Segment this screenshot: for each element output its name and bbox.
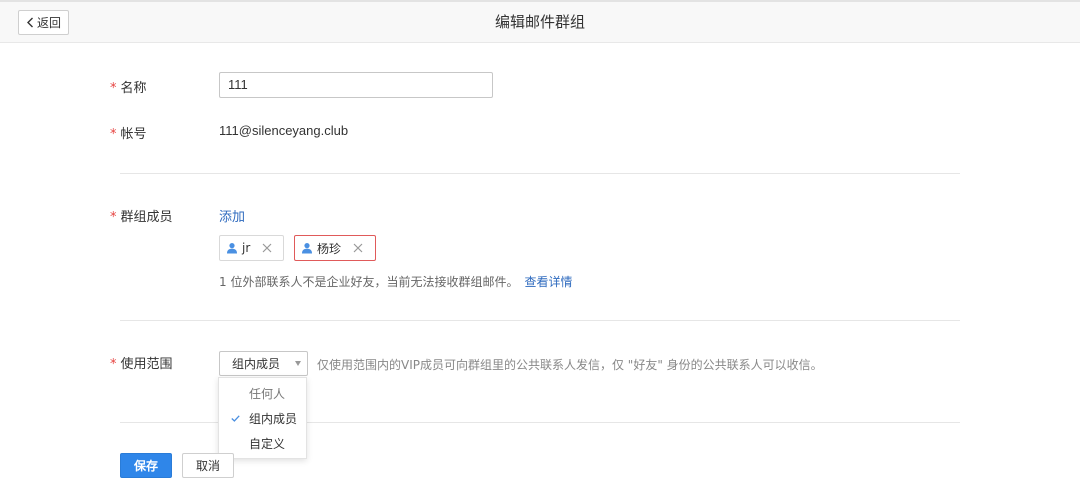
required-mark: * [110,357,117,372]
user-icon [226,242,238,254]
close-icon[interactable] [262,243,272,253]
divider [120,320,960,321]
members-label: * 群组成员 [110,210,173,225]
add-member-link[interactable]: 添加 [219,206,245,225]
member-name: jr [242,241,251,255]
user-icon [301,242,313,254]
cancel-button[interactable]: 取消 [182,453,234,478]
required-mark: * [110,127,117,142]
back-button[interactable]: 返回 [18,10,69,35]
caret-down-icon [295,361,301,366]
scope-dropdown: 任何人 组内成员 自定义 [218,377,307,459]
close-icon[interactable] [353,243,363,253]
member-tag: jr [219,235,284,261]
external-contact-notice: 1 位外部联系人不是企业好友，当前无法接收群组邮件。 查看详情 [219,275,573,289]
name-label: * 名称 [110,81,147,96]
divider [120,173,960,174]
view-details-link[interactable]: 查看详情 [524,275,572,289]
scope-option-group-members[interactable]: 组内成员 [219,407,306,432]
back-button-label: 返回 [36,16,61,30]
scope-select[interactable]: 组内成员 [219,351,308,376]
check-icon [231,415,240,422]
name-input[interactable]: 111 [219,72,493,98]
required-mark: * [110,210,117,225]
account-label: * 帐号 [110,127,147,142]
page-title: 编辑邮件群组 [494,13,585,31]
scope-select-value: 组内成员 [232,357,281,371]
member-name: 杨珍 [317,241,342,256]
required-mark: * [110,81,117,96]
scope-label: * 使用范围 [110,357,173,372]
save-button[interactable]: 保存 [120,453,172,478]
scope-option-anyone[interactable]: 任何人 [219,382,306,407]
account-value: 111@silenceyang.club [219,123,349,138]
top-bar: 编辑邮件群组 返回 [0,0,1080,43]
chevron-left-icon [26,17,33,28]
member-tag: 杨珍 [294,235,376,261]
scope-hint: 仅使用范围内的VIP成员可向群组里的公共联系人发信，仅 "好友" 身份的公共联系… [317,358,823,372]
